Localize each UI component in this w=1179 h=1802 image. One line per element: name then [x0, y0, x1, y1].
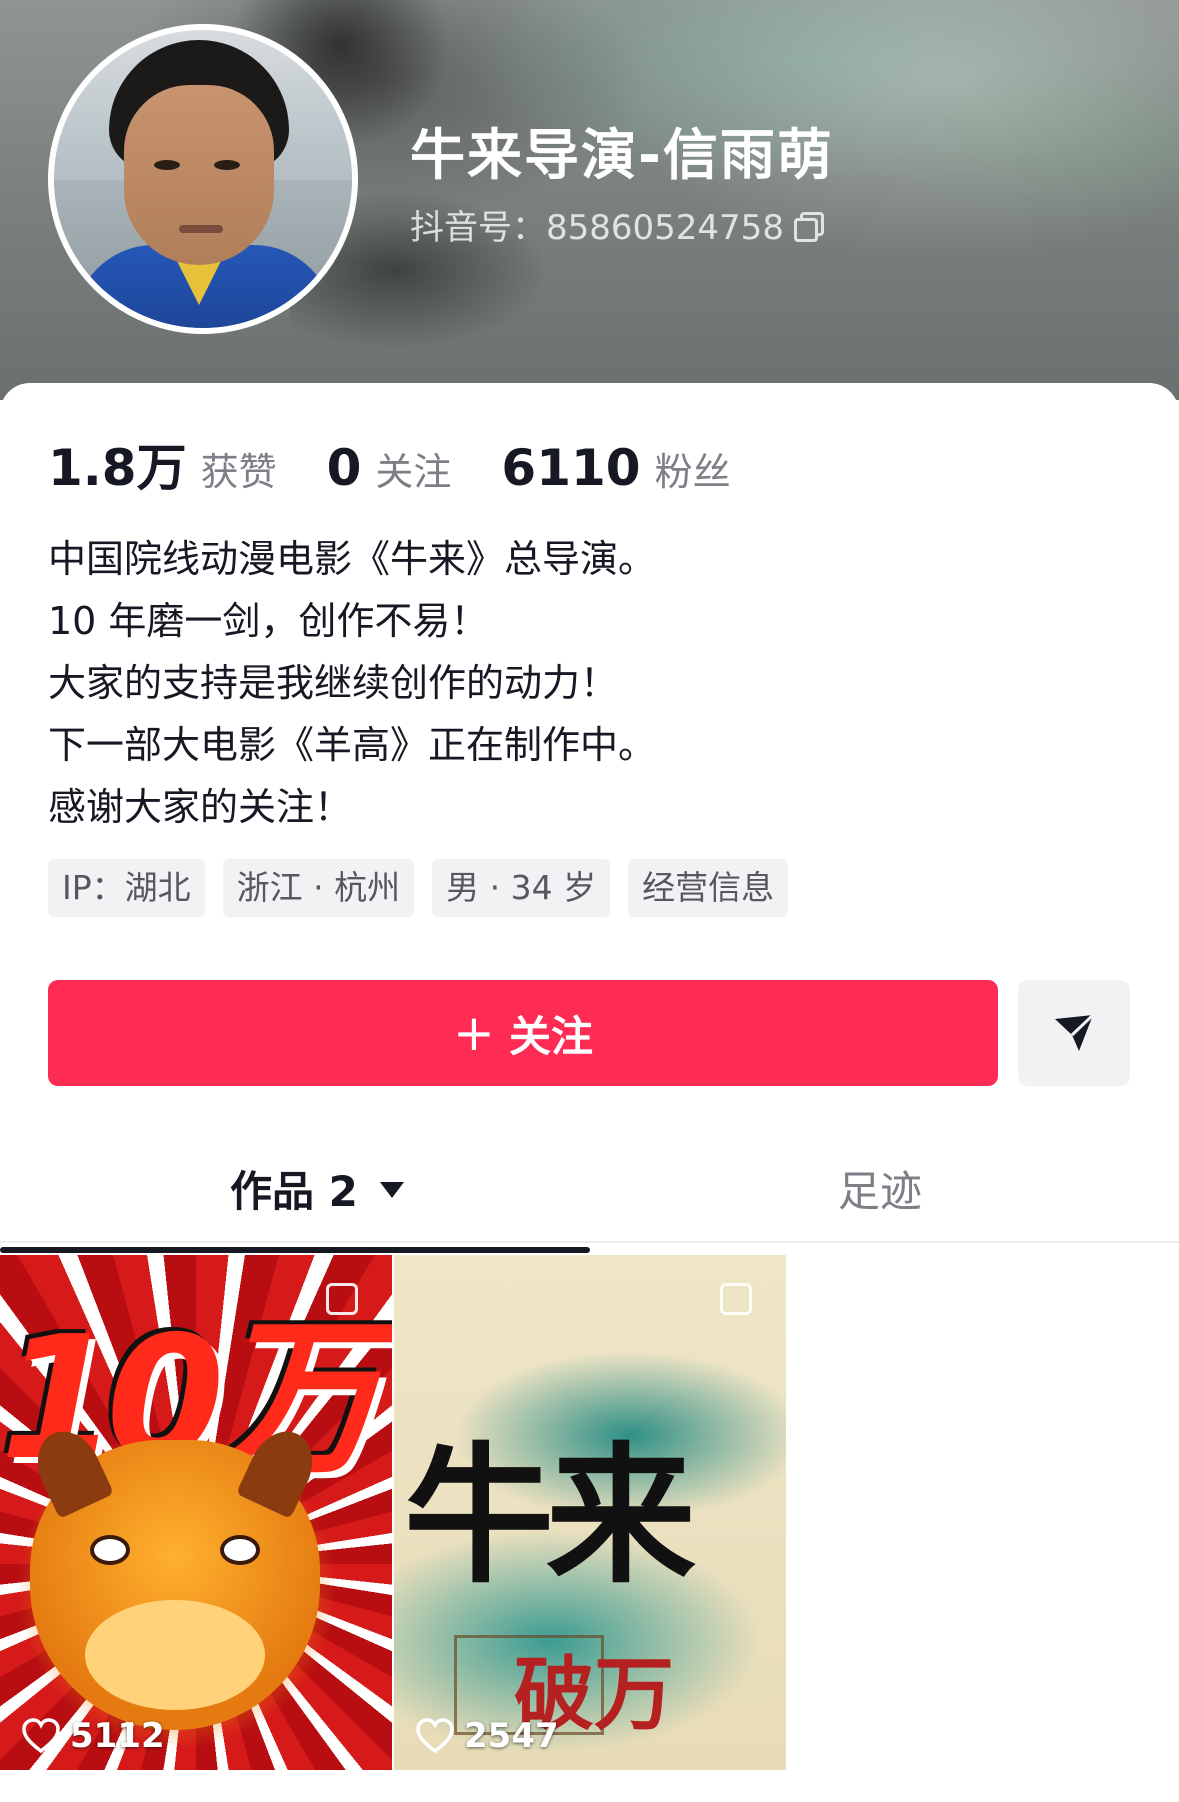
bull-snout [85, 1600, 265, 1710]
douyin-id[interactable]: 抖音号：85860524758 [410, 200, 824, 249]
caret-down-icon[interactable] [379, 1182, 404, 1198]
tab-footprint-label: 足迹 [838, 1166, 923, 1216]
stat-value: 6110 [501, 439, 641, 497]
bio-line: 下一部大电影《羊高》正在制作中。 [48, 723, 657, 767]
profile-tags: IP：湖北 浙江 · 杭州 男 · 34 岁 经营信息 [48, 859, 789, 917]
stat-value: 1.8万 [48, 439, 187, 497]
bio-line: 10 年磨一剑，创作不易！ [48, 599, 489, 643]
profile-card: 1.8万 获赞 0 关注 6110 粉丝 中国院线动漫电影《牛来》总导演。 10… [0, 383, 1179, 1802]
bio-line: 大家的支持是我继续创作的动力！ [48, 661, 619, 705]
bull-eye [220, 1535, 260, 1565]
like-count-text: 5112 [70, 1716, 165, 1756]
multi-image-icon [326, 1283, 358, 1315]
like-count-text: 2547 [464, 1716, 559, 1756]
video-like-count: 5112 [22, 1716, 165, 1756]
tab-works-label: 作品 2 [230, 1166, 358, 1216]
video-overlay-text: 牛来 [404, 1428, 696, 1604]
tag-city: 浙江 · 杭州 [222, 859, 415, 917]
share-icon [1055, 1013, 1095, 1051]
stat-label: 关注 [375, 450, 452, 494]
avatar-mouth [179, 225, 223, 233]
profile-stats: 1.8万 获赞 0 关注 6110 粉丝 [48, 428, 781, 500]
profile-banner: 牛来导演-信雨萌 抖音号：85860524758 [0, 0, 1179, 400]
avatar-face [124, 85, 274, 265]
copy-icon[interactable] [793, 211, 824, 242]
heart-icon [22, 1718, 60, 1754]
heart-icon [416, 1718, 454, 1754]
tab-footprint[interactable]: 足迹 [838, 1133, 922, 1243]
plus-icon: + [453, 1004, 495, 1062]
stat-followers[interactable]: 6110 粉丝 [501, 439, 730, 497]
video-thumbnail[interactable]: 10万 5112 [0, 1255, 392, 1770]
profile-bio: 中国院线动漫电影《牛来》总导演。 10 年磨一剑，创作不易！ 大家的支持是我继续… [48, 528, 656, 838]
stat-value: 0 [326, 439, 362, 497]
bio-line: 感谢大家的关注！ [48, 785, 353, 829]
avatar-eye [214, 160, 240, 170]
avatar-eye [154, 160, 180, 170]
tab-active-indicator [0, 1247, 590, 1253]
stat-label: 获赞 [200, 450, 277, 494]
tab-works[interactable]: 作品 2 [230, 1133, 404, 1243]
douyin-id-text: 抖音号：85860524758 [410, 208, 784, 248]
stat-label: 粉丝 [654, 450, 731, 494]
profile-nickname: 牛来导演-信雨萌 [410, 123, 834, 187]
bull-eye [90, 1535, 130, 1565]
follow-button-label: 关注 [508, 1011, 593, 1061]
stat-likes[interactable]: 1.8万 获赞 [48, 428, 277, 500]
stat-following[interactable]: 0 关注 [327, 439, 452, 497]
content-tabs: 作品 2 足迹 [0, 1133, 1179, 1243]
avatar[interactable] [48, 24, 358, 334]
multi-image-icon [720, 1283, 752, 1315]
video-like-count: 2547 [416, 1716, 559, 1756]
video-thumbnail[interactable]: 牛来 破万 2547 [394, 1255, 786, 1770]
tag-ip-location: IP：湖北 [48, 859, 205, 917]
tag-gender-age: 男 · 34 岁 [432, 859, 611, 917]
share-button[interactable] [1018, 980, 1130, 1086]
tag-business-info[interactable]: 经营信息 [628, 859, 789, 917]
bio-line: 中国院线动漫电影《牛来》总导演。 [48, 537, 657, 581]
follow-button[interactable]: + 关注 [48, 980, 998, 1086]
video-cartoon-bull [25, 1421, 325, 1730]
video-grid: 10万 5112 牛来 破万 2547 [0, 1255, 1179, 1775]
